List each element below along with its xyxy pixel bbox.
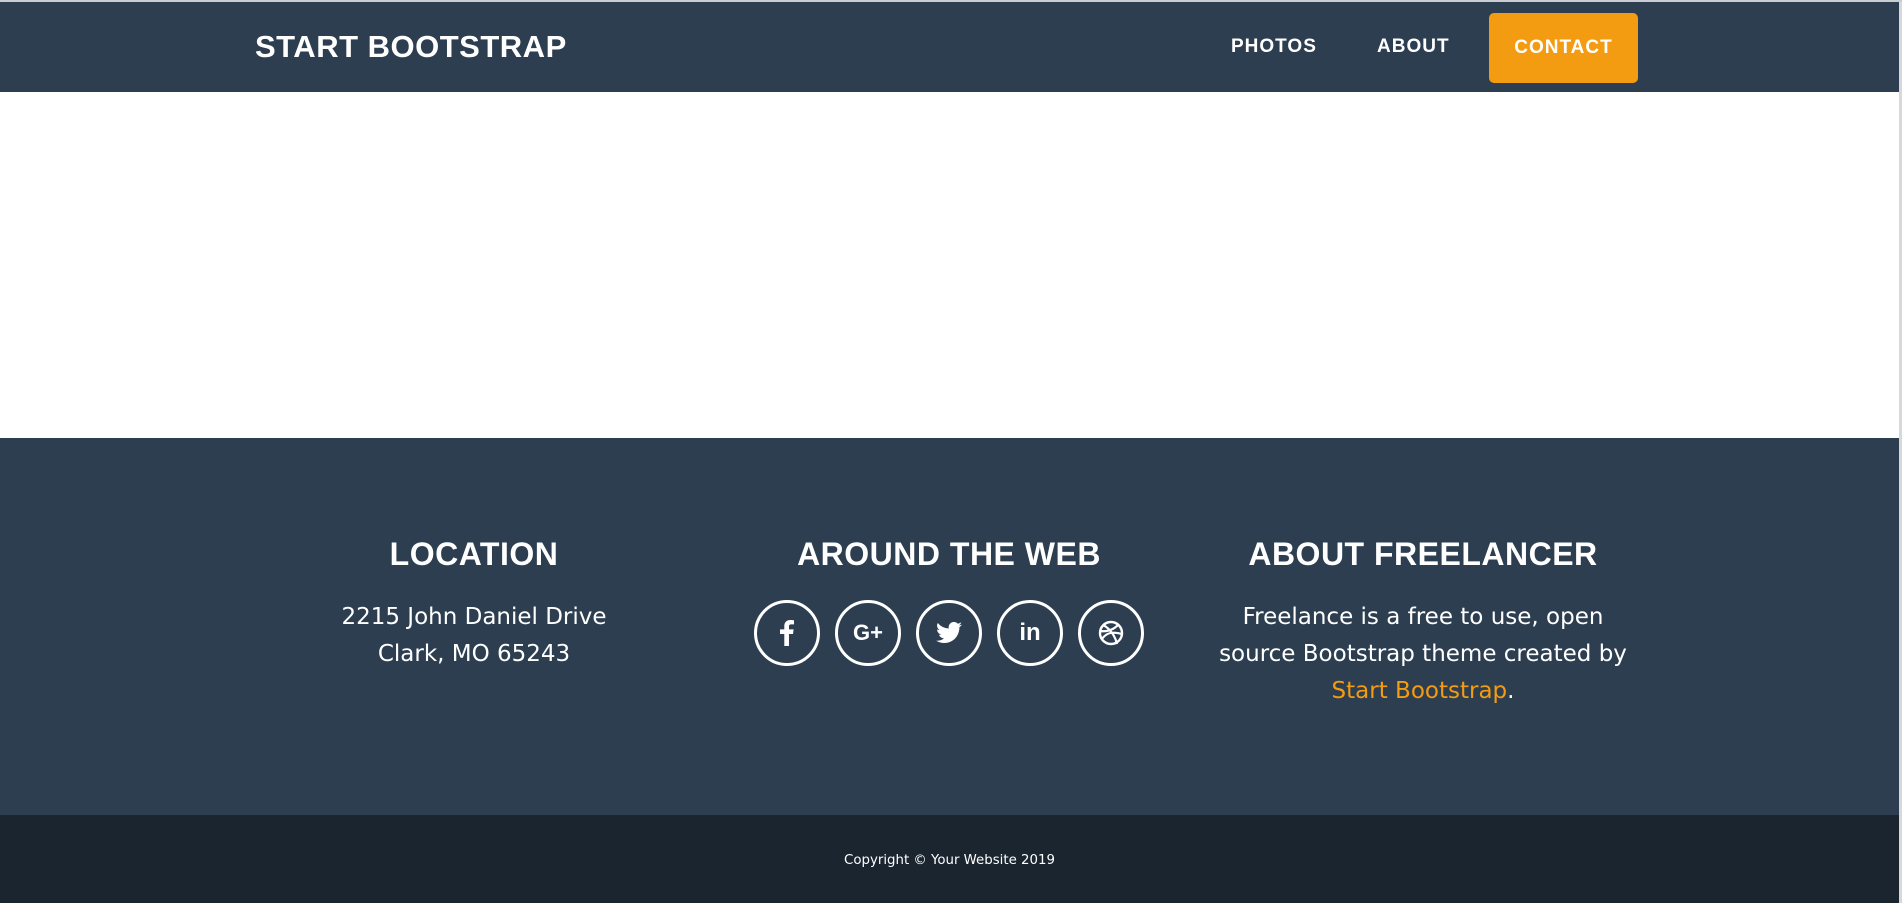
google-plus-icon[interactable]: G+ [835, 600, 901, 666]
footer-location: LOCATION 2215 John Daniel Drive Clark, M… [254, 534, 694, 673]
navbar: START BOOTSTRAP PHOTOS ABOUT CONTACT [0, 2, 1899, 92]
footer: LOCATION 2215 John Daniel Drive Clark, M… [0, 438, 1899, 815]
copyright-bar: Copyright © Your Website 2019 [0, 815, 1899, 903]
twitter-icon[interactable] [916, 600, 982, 666]
main-content [0, 92, 1899, 438]
about-text-after: . [1507, 678, 1515, 704]
about-text-before: Freelance is a free to use, open source … [1219, 604, 1627, 667]
footer-about-freelancer: ABOUT FREELANCER Freelance is a free to … [1203, 534, 1643, 710]
brand-link[interactable]: START BOOTSTRAP [255, 2, 567, 92]
address-line-1: 2215 John Daniel Drive [341, 604, 607, 630]
address-line-2: Clark, MO 65243 [377, 641, 571, 667]
location-heading: LOCATION [389, 536, 559, 572]
about-freelancer-heading: ABOUT FREELANCER [1248, 536, 1598, 572]
social-links: G+ in [729, 600, 1169, 666]
copyright-text: Copyright © Your Website 2019 [844, 853, 1055, 868]
dribbble-icon[interactable] [1078, 600, 1144, 666]
about-freelancer-text: Freelance is a free to use, open source … [1203, 599, 1643, 710]
location-address: 2215 John Daniel Drive Clark, MO 65243 [254, 599, 694, 673]
footer-around-the-web: AROUND THE WEB G+ in [729, 534, 1169, 666]
nav-link-about[interactable]: ABOUT [1377, 2, 1450, 92]
nav-link-photos[interactable]: PHOTOS [1231, 2, 1317, 92]
around-the-web-heading: AROUND THE WEB [797, 536, 1101, 572]
linkedin-icon[interactable]: in [997, 600, 1063, 666]
nav-link-contact[interactable]: CONTACT [1489, 13, 1638, 83]
facebook-icon[interactable] [754, 600, 820, 666]
start-bootstrap-link[interactable]: Start Bootstrap [1332, 678, 1508, 704]
